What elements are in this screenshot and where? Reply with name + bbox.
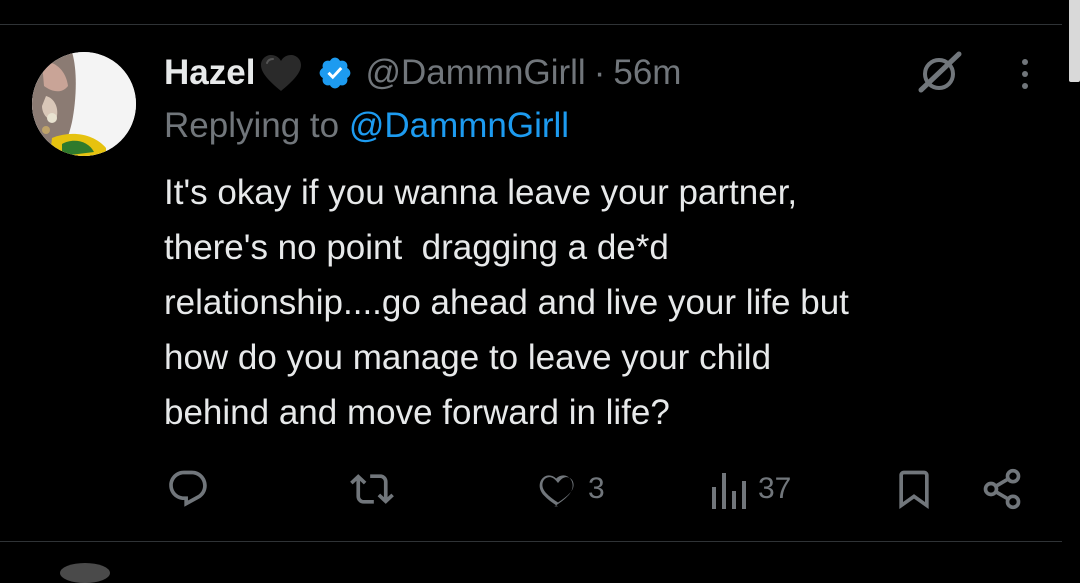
user-handle[interactable]: @DammnGirll <box>365 53 585 93</box>
retweet-button[interactable] <box>350 466 394 512</box>
verified-badge-icon[interactable] <box>317 55 353 91</box>
action-bar: 3 37 <box>0 466 1080 512</box>
scrollbar[interactable] <box>1069 0 1080 82</box>
reply-button[interactable] <box>166 466 210 512</box>
bookmark-icon <box>892 467 936 511</box>
timestamp[interactable]: 56m <box>613 53 681 93</box>
top-divider <box>0 24 1062 25</box>
retweet-icon <box>350 467 394 511</box>
views-icon <box>710 467 750 511</box>
tweet-text-line: It's okay if you wanna leave your partne… <box>164 173 798 212</box>
views-count: 37 <box>758 472 792 505</box>
replying-prefix: Replying to <box>164 106 349 145</box>
views-button[interactable]: 37 <box>710 466 791 512</box>
separator-dot: · <box>593 53 606 92</box>
more-options-icon[interactable] <box>1010 54 1040 94</box>
replying-to: Replying to @DammnGirll <box>164 106 569 146</box>
grok-icon[interactable] <box>915 50 965 96</box>
like-icon <box>536 467 580 511</box>
replying-to-mention[interactable]: @DammnGirll <box>349 106 569 145</box>
black-heart-emoji-icon <box>259 53 303 93</box>
tweet-text-line: how do you manage to leave your child <box>164 338 772 377</box>
share-button[interactable] <box>980 466 1024 512</box>
display-name[interactable]: Hazel <box>164 53 255 93</box>
tweet-text-line: behind and move forward in life? <box>164 393 670 432</box>
bottom-divider <box>0 541 1062 542</box>
like-count: 3 <box>588 472 605 505</box>
tweet-text-line: there's no point dragging a de*d <box>164 228 669 267</box>
bookmark-button[interactable] <box>892 466 936 512</box>
avatar[interactable] <box>32 52 136 156</box>
reply-icon <box>166 467 210 511</box>
tweet-text-line: relationship....go ahead and live your l… <box>164 283 849 322</box>
tweet-text: It's okay if you wanna leave your partne… <box>164 165 1044 440</box>
tweet-header: Hazel @DammnGirll · 56m <box>164 50 681 96</box>
share-icon <box>980 467 1024 511</box>
next-tweet-avatar[interactable] <box>60 563 110 583</box>
like-button[interactable]: 3 <box>536 466 605 512</box>
